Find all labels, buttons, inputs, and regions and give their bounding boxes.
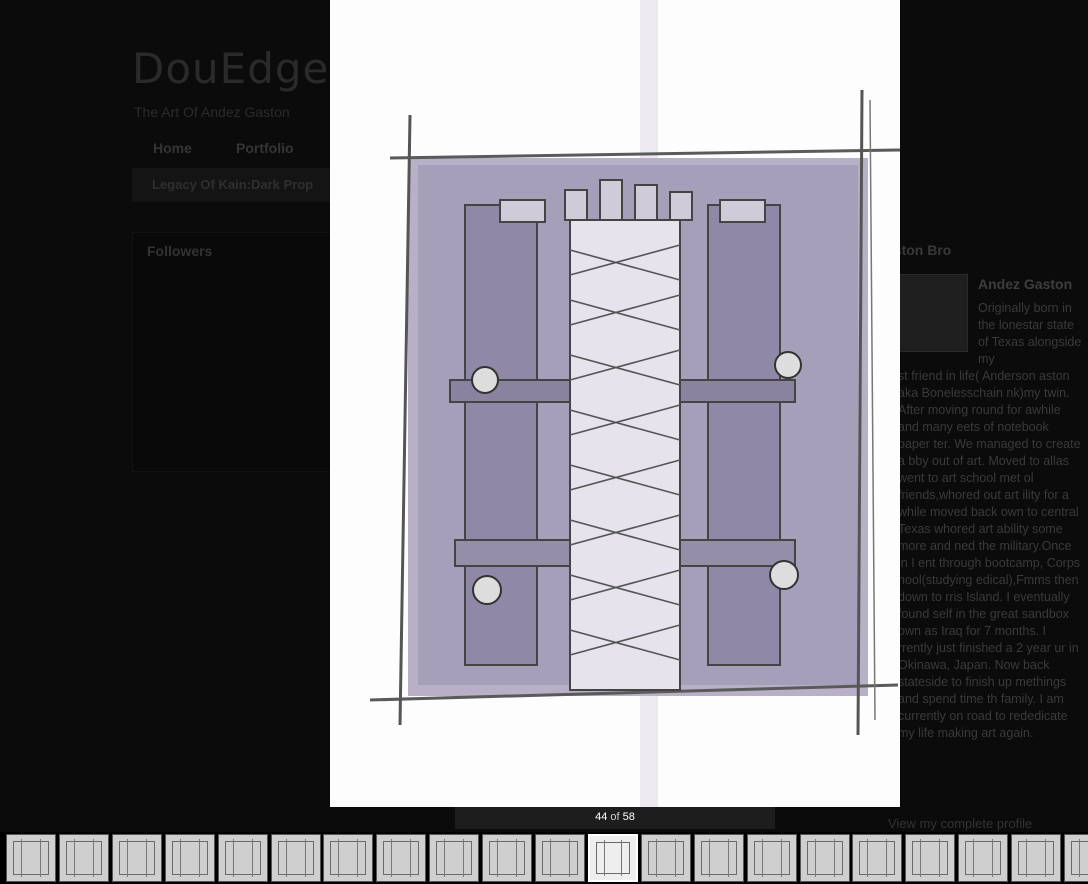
image-counter: 44 of 58 [455, 811, 775, 823]
thumbnail[interactable] [323, 834, 373, 882]
thumbnail[interactable] [112, 834, 162, 882]
thumbnail[interactable] [588, 834, 638, 882]
thumbnail-sketch-detail [286, 839, 306, 877]
blog-description: The Art Of Andez Gaston [134, 104, 290, 120]
thumbnail-sketch-detail [656, 839, 676, 877]
followers-title: Followers [147, 243, 213, 259]
thumbnail-sketch-detail [920, 839, 940, 877]
thumbnail[interactable] [1011, 834, 1061, 882]
thumbnail[interactable] [800, 834, 850, 882]
thumbnail[interactable] [376, 834, 426, 882]
subnav-label: Legacy Of Kain:Dark Prop [152, 177, 314, 192]
thumbnail[interactable] [905, 834, 955, 882]
thumbnail-sketch-detail [973, 839, 993, 877]
image-counter-of: of [610, 811, 620, 823]
pencil-sketch-artwork-icon [330, 0, 900, 807]
thumbnail[interactable] [6, 834, 56, 882]
thumbnail[interactable] [429, 834, 479, 882]
thumbnail[interactable] [958, 834, 1008, 882]
thumbnail-sketch-detail [550, 839, 570, 877]
thumbnail[interactable] [59, 834, 109, 882]
image-counter-total: 58 [622, 811, 635, 823]
thumbnail-sketch-detail [127, 839, 147, 877]
thumbnail[interactable] [747, 834, 797, 882]
thumbnail-sketch-detail [180, 839, 200, 877]
thumbnail-sketch-detail [21, 839, 41, 877]
profile-link[interactable]: View my complete profile [888, 816, 1032, 831]
lightbox-caption-bar: 44 of 58 [455, 807, 775, 829]
profile-bio: Originally born in the lonestar state of… [898, 300, 1084, 742]
image-counter-current: 44 [595, 811, 608, 823]
thumbnail-sketch-detail [1026, 839, 1046, 877]
thumbnail-sketch-detail [867, 839, 887, 877]
thumbnail[interactable] [535, 834, 585, 882]
thumbnail-sketch-detail [815, 839, 835, 877]
thumbnail[interactable] [218, 834, 268, 882]
thumbnail-sketch-detail [338, 839, 358, 877]
lightbox-image[interactable] [330, 0, 900, 807]
thumbnail-sketch-detail [1079, 839, 1088, 877]
thumbnail-sketch-detail [762, 839, 782, 877]
thumbnail-sketch-detail [233, 839, 253, 877]
tab-home[interactable]: Home [153, 140, 192, 156]
profile-bio-text: st friend in life( Anderson aston aka Bo… [898, 369, 1081, 740]
thumbnail-sketch-detail [391, 839, 411, 877]
profile-name[interactable]: Andez Gaston [978, 276, 1072, 292]
blog-title[interactable]: DouEdgeZ [132, 44, 359, 93]
thumbnail[interactable] [694, 834, 744, 882]
thumbnail[interactable] [641, 834, 691, 882]
followers-widget: Followers [132, 232, 339, 472]
thumbnail[interactable] [165, 834, 215, 882]
tab-portfolio[interactable]: Portfolio [236, 140, 294, 156]
thumbnail-sketch-detail [709, 839, 729, 877]
thumbnail-strip [0, 832, 1088, 884]
thumbnail[interactable] [482, 834, 532, 882]
thumbnail-sketch-detail [604, 840, 622, 876]
subnav-item[interactable]: Legacy Of Kain:Dark Prop [132, 168, 362, 202]
thumbnail[interactable] [1064, 834, 1088, 882]
thumbnail[interactable] [852, 834, 902, 882]
thumbnail-sketch-detail [444, 839, 464, 877]
thumbnail-sketch-detail [74, 839, 94, 877]
thumbnail-sketch-detail [497, 839, 517, 877]
thumbnail[interactable] [271, 834, 321, 882]
profile-bio-lead: Originally born in the lonestar state of… [978, 301, 1082, 366]
